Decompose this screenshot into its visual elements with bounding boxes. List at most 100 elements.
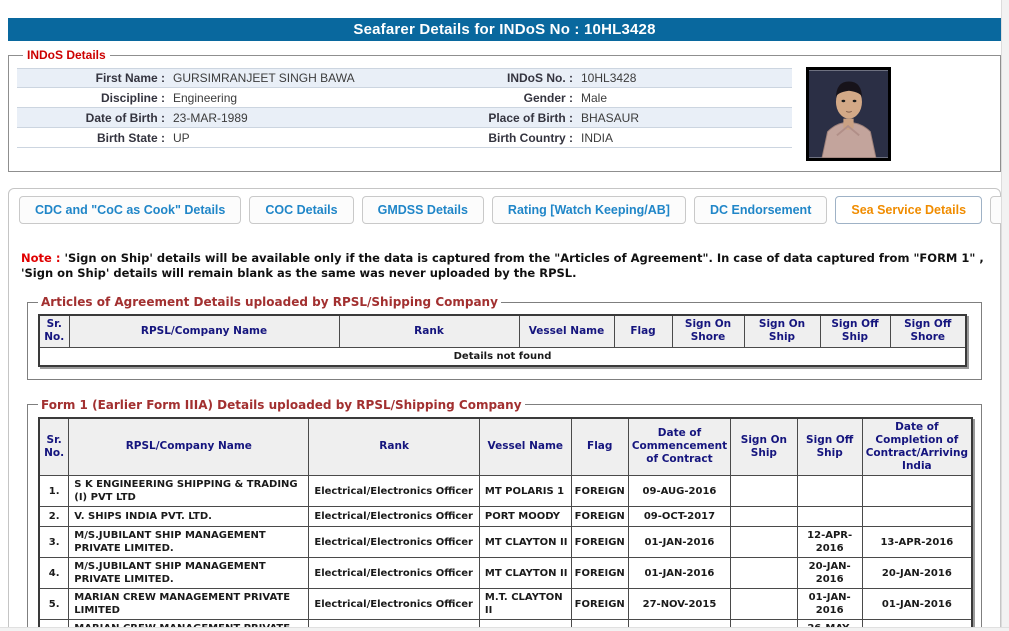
discipline-value: Engineering: [165, 91, 423, 105]
cell-commencement: 01-JAN-2016: [628, 527, 730, 558]
articles-col-sign-on-shore: Sign On Shore: [672, 315, 744, 347]
note-text: 'Sign on Ship' details will be available…: [21, 251, 984, 280]
articles-col-srno: Sr. No.: [39, 315, 69, 347]
articles-col-sign-on-ship: Sign On Ship: [744, 315, 820, 347]
page: Seafarer Details for INDoS No : 10HL3428…: [0, 0, 1009, 631]
tab-coc-details-label: COC Details: [265, 203, 337, 217]
birth-state-label: Birth State :: [17, 131, 165, 145]
cell-commencement: 01-JAN-2016: [628, 558, 730, 589]
page-title-text: Seafarer Details for INDoS No : 10HL3428: [353, 21, 655, 38]
form1-legend: Form 1 (Earlier Form IIIA) Details uploa…: [38, 398, 525, 412]
form1-col-commencement: Date of Commencement of Contract: [628, 418, 730, 476]
cell-srno: 1.: [39, 476, 69, 507]
cell-sign-on-ship: [731, 589, 798, 620]
dob-label: Date of Birth :: [17, 111, 165, 125]
cell-srno: 4.: [39, 558, 69, 589]
gender-label: Gender :: [423, 91, 573, 105]
cell-sign-on-ship: [731, 476, 798, 507]
cell-vessel: MT CLAYTON II: [479, 527, 571, 558]
tab-rating-watchkeeping-label: Rating [Watch Keeping/AB]: [508, 203, 670, 217]
first-name-label: First Name :: [17, 71, 165, 85]
note-prefix: Note :: [21, 251, 60, 265]
indos-row-4: Birth State : UP Birth Country : INDIA: [17, 128, 792, 148]
cell-company: V. SHIPS INDIA PVT. LTD.: [69, 507, 309, 527]
cell-flag: FOREIGN: [571, 527, 628, 558]
birth-state-value: UP: [165, 131, 423, 145]
cell-company: S K ENGINEERING SHIPPING & TRADING (I) P…: [69, 476, 309, 507]
table-row: 3. M/S.JUBILANT SHIP MANAGEMENT PRIVATE …: [39, 527, 972, 558]
cell-company: M/S.JUBILANT SHIP MANAGEMENT PRIVATE LIM…: [69, 527, 309, 558]
table-row: 4. M/S.JUBILANT SHIP MANAGEMENT PRIVATE …: [39, 558, 972, 589]
cell-rank: Electrical/Electronics Officer: [309, 558, 480, 589]
tab-cdc-coc-cook[interactable]: CDC and "CoC as Cook" Details: [19, 196, 241, 224]
indos-row-2: Discipline : Engineering Gender : Male: [17, 88, 792, 108]
articles-of-agreement-section: Articles of Agreement Details uploaded b…: [27, 295, 982, 379]
articles-col-sign-off-ship: Sign Off Ship: [820, 315, 890, 347]
form1-col-flag: Flag: [571, 418, 628, 476]
tab-gmdss-details[interactable]: GMDSS Details: [362, 196, 484, 224]
place-of-birth-value: BHASAUR: [573, 111, 792, 125]
articles-col-flag: Flag: [614, 315, 672, 347]
articles-col-company: RPSL/Company Name: [69, 315, 339, 347]
first-name-value: GURSIMRANJEET SINGH BAWA: [165, 71, 423, 85]
form1-col-completion: Date of Completion of Contract/Arriving …: [862, 418, 972, 476]
form1-section: Form 1 (Earlier Form IIIA) Details uploa…: [27, 398, 982, 631]
indos-row-1: First Name : GURSIMRANJEET SINGH BAWA IN…: [17, 68, 792, 88]
cell-srno: 3.: [39, 527, 69, 558]
cell-sign-off-ship: 12-APR-2016: [797, 527, 862, 558]
cell-sign-off-ship: 01-JAN-2016: [797, 589, 862, 620]
cell-flag: FOREIGN: [571, 558, 628, 589]
discipline-label: Discipline :: [17, 91, 165, 105]
cell-rank: Electrical/Electronics Officer: [309, 476, 480, 507]
tab-dc-endorsement-label: DC Endorsement: [710, 203, 811, 217]
articles-empty-row: Details not found: [39, 347, 966, 366]
form1-col-sign-on-ship: Sign On Ship: [731, 418, 798, 476]
vertical-scrollbar[interactable]: [1001, 0, 1009, 631]
details-not-found-message: Details not found: [39, 347, 966, 366]
form1-header-row: Sr. No. RPSL/Company Name Rank Vessel Na…: [39, 418, 972, 476]
tab-sea-service-details[interactable]: Sea Service Details: [835, 196, 982, 224]
cell-completion: 20-JAN-2016: [862, 558, 972, 589]
cell-vessel: MT CLAYTON II: [479, 558, 571, 589]
cell-sign-off-ship: 20-JAN-2016: [797, 558, 862, 589]
gender-value: Male: [573, 91, 792, 105]
cell-commencement: 09-OCT-2017: [628, 507, 730, 527]
indos-fields: First Name : GURSIMRANJEET SINGH BAWA IN…: [17, 68, 792, 148]
cell-commencement: 09-AUG-2016: [628, 476, 730, 507]
horizontal-scrollbar[interactable]: [0, 627, 1009, 631]
articles-col-vessel: Vessel Name: [519, 315, 614, 347]
cell-sign-on-ship: [731, 507, 798, 527]
tab-sea-service-details-label: Sea Service Details: [851, 203, 966, 217]
indos-details-section: INDoS Details First Name : GURSIMRANJEET…: [8, 48, 1001, 172]
cell-sign-off-ship: [797, 476, 862, 507]
cell-sign-on-ship: [731, 527, 798, 558]
cell-rank: Electrical/Electronics Officer: [309, 527, 480, 558]
form1-col-company: RPSL/Company Name: [69, 418, 309, 476]
indos-no-label: INDoS No. :: [423, 71, 573, 85]
articles-of-agreement-legend: Articles of Agreement Details uploaded b…: [38, 295, 501, 309]
indos-no-value: 10HL3428: [573, 71, 792, 85]
tab-coc-details[interactable]: COC Details: [249, 196, 353, 224]
form1-table: Sr. No. RPSL/Company Name Rank Vessel Na…: [38, 417, 973, 631]
cell-commencement: 27-NOV-2015: [628, 589, 730, 620]
articles-of-agreement-table: Sr. No. RPSL/Company Name Rank Vessel Na…: [38, 314, 967, 366]
place-of-birth-label: Place of Birth :: [423, 111, 573, 125]
indos-row-3: Date of Birth : 23-MAR-1989 Place of Bir…: [17, 108, 792, 128]
articles-col-rank: Rank: [339, 315, 519, 347]
form1-col-sign-off-ship: Sign Off Ship: [797, 418, 862, 476]
articles-header-row: Sr. No. RPSL/Company Name Rank Vessel Na…: [39, 315, 966, 347]
articles-col-sign-off-shore: Sign Off Shore: [890, 315, 966, 347]
cell-completion: 13-APR-2016: [862, 527, 972, 558]
tab-content-panel: CDC and "CoC as Cook" Details COC Detail…: [8, 188, 1001, 631]
table-row: 5. MARIAN CREW MANAGEMENT PRIVATE LIMITE…: [39, 589, 972, 620]
tab-dc-endorsement[interactable]: DC Endorsement: [694, 196, 827, 224]
tab-rating-watchkeeping[interactable]: Rating [Watch Keeping/AB]: [492, 196, 686, 224]
cell-flag: FOREIGN: [571, 476, 628, 507]
cell-vessel: PORT MOODY: [479, 507, 571, 527]
form1-col-rank: Rank: [309, 418, 480, 476]
cell-company: MARIAN CREW MANAGEMENT PRIVATE LIMITED: [69, 589, 309, 620]
page-title: Seafarer Details for INDoS No : 10HL3428: [8, 18, 1001, 41]
cell-company: M/S.JUBILANT SHIP MANAGEMENT PRIVATE LIM…: [69, 558, 309, 589]
cell-vessel: MT POLARIS 1: [479, 476, 571, 507]
seafarer-photo-image: [806, 67, 891, 161]
